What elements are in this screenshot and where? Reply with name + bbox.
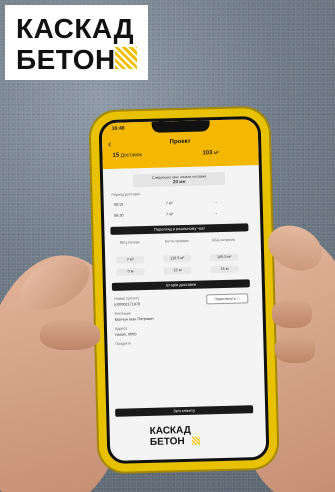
brand-logo-line2: БЕТОН	[16, 44, 116, 75]
grid-cell: 105.5 м³	[210, 253, 239, 262]
summary-tabs: 15 Доставок 103 м³	[108, 149, 248, 165]
phone-screen: 16:49 ‹ Проект 15 Доставок 103 м³ Следую	[98, 115, 270, 465]
grid-cell: 3 м³	[116, 256, 145, 264]
schedule-time-2: 09:30	[113, 213, 124, 218]
schedule-volume-1: 7 м³	[165, 201, 173, 206]
column-head-3: ББЦ натураль	[212, 237, 236, 243]
page-title: Проект	[169, 138, 191, 146]
product-label: Продукти	[115, 341, 132, 346]
status-time: 16:49	[111, 125, 125, 132]
footer-logo-mark-icon	[191, 436, 201, 445]
call-client-button[interactable]: Зв'я клієнту	[115, 405, 254, 417]
volume-label: м³	[213, 150, 220, 157]
right-finger	[272, 300, 312, 328]
column-head-1: ВБЦ Натура	[119, 240, 140, 245]
photo-scene: КАСКАД БЕТОН 16:49 ‹ Проект 15 Доставок …	[0, 0, 335, 492]
schedule-volume-2: 7 м³	[165, 212, 174, 217]
project-number: КЛ0002171978	[114, 302, 141, 307]
brand-logo-mark-icon	[115, 47, 137, 69]
app-body: Следующее окно начала поставки 20 мн Пер…	[103, 165, 267, 461]
address-value: Ізмаїл, 0000	[115, 332, 137, 337]
app-header: 16:49 ‹ Проект 15 Доставок 103 м³	[101, 119, 259, 170]
right-finger	[275, 335, 315, 363]
smartphone: 16:49 ‹ Проект 15 Доставок 103 м³ Следую	[90, 107, 278, 473]
deliveries-count: 15	[112, 152, 120, 159]
arrow-right-icon: →	[213, 211, 218, 216]
favourite-label: Переглянути	[214, 296, 236, 302]
grid-cell: 110.5 м³	[163, 254, 192, 263]
left-finger	[40, 320, 100, 350]
address-label: Адреса	[114, 326, 128, 331]
arrow-right-icon: →	[213, 200, 218, 205]
brand-logo-card: КАСКАД БЕТОН	[5, 5, 148, 80]
realtime-button[interactable]: Перегляд в реальному часі	[110, 223, 249, 235]
footer-logo-line2: БЕТОН	[149, 436, 185, 448]
tab-deliveries[interactable]: 15 Доставок	[112, 152, 142, 165]
schedule-label: Период доставки	[111, 192, 141, 197]
phone-notch	[151, 120, 210, 133]
grid-cell: 15 м	[163, 266, 192, 275]
brand-logo-line1: КАСКАД	[16, 13, 135, 44]
footer-logo-line1: КАСКАД	[149, 424, 191, 437]
history-button[interactable]: Історія доставки	[111, 279, 250, 291]
column-head-2: Бетон преміум	[164, 238, 189, 244]
volume-count: 103	[202, 150, 213, 157]
footer-logo: КАСКАД БЕТОН	[150, 425, 192, 448]
manager-label: Бетонщик	[114, 311, 132, 316]
deliveries-label: Доставок	[120, 152, 142, 159]
grid-cell: 15 м	[210, 265, 239, 274]
project-number-label: Номер проекту	[114, 296, 140, 301]
favourite-button[interactable]: Переглянути ☆	[206, 293, 249, 305]
tab-volume[interactable]: 103 м³	[202, 150, 219, 162]
next-delivery-box: Следующее окно начала поставки 20 мн	[132, 171, 226, 188]
manager-name: Молчун Іван Петрович	[114, 316, 155, 322]
grid-cell: 0 м	[116, 268, 145, 276]
schedule-time-1: 08:15	[113, 202, 124, 207]
next-delivery-value: 20 мн	[172, 178, 186, 185]
